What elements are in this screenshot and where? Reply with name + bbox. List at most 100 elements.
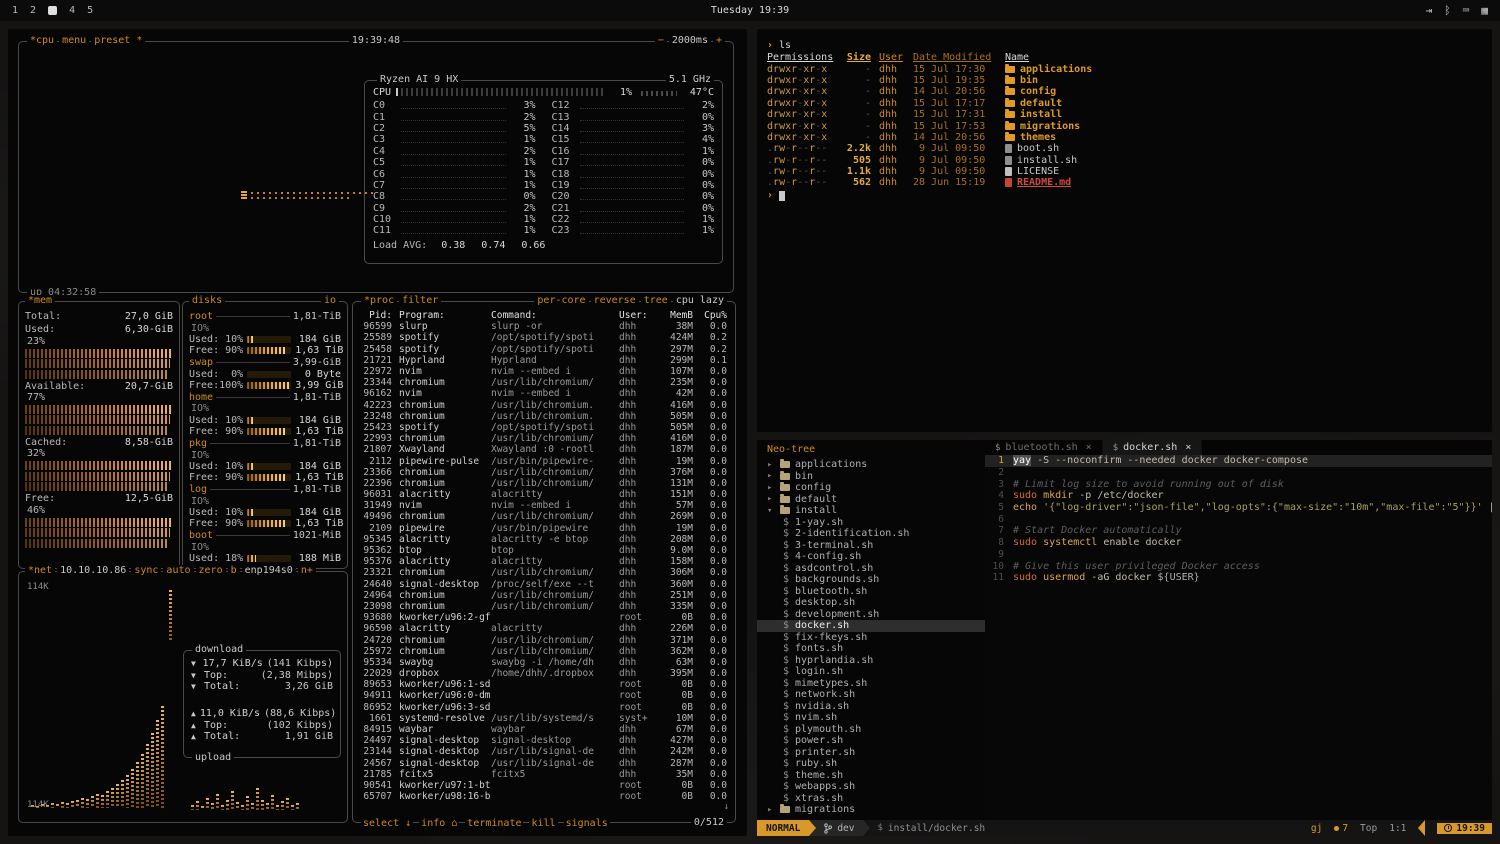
process-row[interactable]: 90541kworker/u97:1-btroot0B0.0 bbox=[355, 780, 733, 791]
process-row[interactable]: 95345alacrittyalacritty -e btopdhh208M0.… bbox=[355, 534, 733, 545]
process-row[interactable]: 96162nvimnvim --embed idhh42M0.0 bbox=[355, 388, 733, 399]
logout-icon[interactable]: ⇥ bbox=[1426, 4, 1433, 17]
filter-button[interactable]: filter bbox=[399, 295, 441, 307]
tree-dir-install[interactable]: ▾install bbox=[757, 505, 985, 517]
interval-decrease-button[interactable]: − bbox=[655, 35, 667, 47]
col-cpu[interactable]: Cpu% bbox=[693, 310, 727, 321]
tab-docker.sh[interactable]: $docker.sh× bbox=[1103, 440, 1203, 455]
scroll-down-icon[interactable]: ↓ bbox=[724, 802, 729, 812]
net-button-sync[interactable]: sync bbox=[131, 565, 161, 577]
net-button-auto[interactable]: auto bbox=[163, 565, 193, 577]
tree-file-4-config.sh[interactable]: $4-config.sh bbox=[757, 551, 985, 563]
col-memb[interactable]: MemB bbox=[657, 310, 693, 321]
bluetooth-icon[interactable]: ᛒ bbox=[1444, 4, 1451, 17]
process-row[interactable]: 23366chromium/usr/lib/chromium/dhh376M0.… bbox=[355, 467, 733, 478]
process-row[interactable]: 24567signal-desktop/usr/lib/signal-dedhh… bbox=[355, 758, 733, 769]
workspace-1[interactable]: 1 bbox=[12, 5, 18, 16]
tree-file-asdcontrol.sh[interactable]: $asdcontrol.sh bbox=[757, 563, 985, 575]
io-mode-button[interactable]: io bbox=[321, 295, 339, 307]
col-user[interactable]: User: bbox=[619, 310, 657, 321]
menu-button[interactable]: menu bbox=[59, 35, 89, 47]
process-row[interactable]: 95376alacrittyalacrittydhh158M0.0 bbox=[355, 556, 733, 567]
sort-mode-button[interactable]: cpu lazy bbox=[673, 295, 727, 307]
tree-file-fix-fkeys.sh[interactable]: $fix-fkeys.sh bbox=[757, 632, 985, 644]
tree-file-desktop.sh[interactable]: $desktop.sh bbox=[757, 597, 985, 609]
col-command[interactable]: Command: bbox=[491, 310, 619, 321]
process-row[interactable]: 21721HyprlandHyprlanddhh299M0.1 bbox=[355, 355, 733, 366]
grid-icon[interactable]: ▦ bbox=[1481, 4, 1488, 17]
process-row[interactable]: 25589spotify/opt/spotify/spotidhh424M0.2 bbox=[355, 332, 733, 343]
tree-dir-config[interactable]: ▸config bbox=[757, 482, 985, 494]
net-button-zero[interactable]: zero bbox=[196, 565, 226, 577]
close-icon[interactable]: × bbox=[1185, 442, 1191, 453]
process-row[interactable]: 22972nvimnvim --embed idhh107M0.0 bbox=[355, 366, 733, 377]
process-row[interactable]: 21785fcitx5fcitx5dhh35M0.0 bbox=[355, 769, 733, 780]
proc-action-select[interactable]: select ↓ bbox=[361, 818, 413, 829]
keyboard-icon[interactable]: ⌨ bbox=[1463, 4, 1470, 17]
process-row[interactable]: 89653kworker/u96:1-sdroot0B0.0 bbox=[355, 679, 733, 690]
tree-button[interactable]: tree bbox=[641, 295, 671, 307]
tree-file-backgrounds.sh[interactable]: $backgrounds.sh bbox=[757, 574, 985, 586]
process-row[interactable]: 24720chromium/usr/lib/chromium/dhh371M0.… bbox=[355, 634, 733, 645]
process-row[interactable]: 95362btopbtopdhh9.0M0.0 bbox=[355, 545, 733, 556]
process-row[interactable]: 23098chromium/usr/lib/chromium/dhh335M0.… bbox=[355, 601, 733, 612]
tree-file-theme.sh[interactable]: $theme.sh bbox=[757, 770, 985, 782]
process-row[interactable]: 96590alacrittyalacrittydhh226M0.0 bbox=[355, 623, 733, 634]
tree-dir-bin[interactable]: ▸bin bbox=[757, 471, 985, 483]
code-editor[interactable]: 1yay -S --noconfirm --needed docker dock… bbox=[985, 455, 1492, 820]
tree-file-3-terminal.sh[interactable]: $3-terminal.sh bbox=[757, 540, 985, 552]
tree-dir-migrations[interactable]: ▸migrations bbox=[757, 804, 985, 816]
process-row[interactable]: 84915waybarwaybardhh67M0.0 bbox=[355, 724, 733, 735]
tree-file-login.sh[interactable]: $login.sh bbox=[757, 666, 985, 678]
process-row[interactable]: 21807XwaylandXwayland :0 -rootldhh187M0.… bbox=[355, 444, 733, 455]
col-pid[interactable]: Pid: bbox=[361, 310, 399, 321]
interval-increase-button[interactable]: + bbox=[713, 35, 725, 47]
proc-action-kill[interactable]: kill bbox=[529, 818, 557, 829]
process-row[interactable]: 24497signal-desktopsignal-desktopdhh427M… bbox=[355, 735, 733, 746]
tree-file-development.sh[interactable]: $development.sh bbox=[757, 609, 985, 621]
net-prev-button[interactable]: b bbox=[228, 565, 240, 577]
tree-file-webapps.sh[interactable]: $webapps.sh bbox=[757, 781, 985, 793]
workspace-5[interactable]: 5 bbox=[87, 5, 93, 16]
tree-dir-default[interactable]: ▸default bbox=[757, 494, 985, 506]
proc-action-signals[interactable]: signals bbox=[564, 818, 610, 829]
tree-file-1-yay.sh[interactable]: $1-yay.sh bbox=[757, 517, 985, 529]
process-row[interactable]: 23144signal-desktop/usr/lib/signal-dedhh… bbox=[355, 746, 733, 757]
process-row[interactable]: 22396chromium/usr/lib/chromium/dhh131M0.… bbox=[355, 478, 733, 489]
per-core-button[interactable]: per-core bbox=[534, 295, 588, 307]
tree-file-printer.sh[interactable]: $printer.sh bbox=[757, 747, 985, 759]
process-row[interactable]: 49496chromium/usr/lib/chromium/dhh269M0.… bbox=[355, 511, 733, 522]
tree-file-xtras.sh[interactable]: $xtras.sh bbox=[757, 793, 985, 805]
tree-file-docker.sh[interactable]: $docker.sh bbox=[757, 620, 985, 632]
tree-file-plymouth.sh[interactable]: $plymouth.sh bbox=[757, 724, 985, 736]
process-row[interactable]: 25458spotify/opt/spotify/spotidhh297M0.2 bbox=[355, 344, 733, 355]
process-row[interactable]: 23321chromium/usr/lib/chromium/dhh306M0.… bbox=[355, 567, 733, 578]
proc-action-terminate[interactable]: terminate bbox=[465, 818, 523, 829]
process-row[interactable]: 96031alacrittyalacrittydhh151M0.0 bbox=[355, 489, 733, 500]
tree-file-2-identification.sh[interactable]: $2-identification.sh bbox=[757, 528, 985, 540]
tree-file-mimetypes.sh[interactable]: $mimetypes.sh bbox=[757, 678, 985, 690]
tree-dir-applications[interactable]: ▸applications bbox=[757, 459, 985, 471]
process-row[interactable]: 24964chromium/usr/lib/chromium/dhh251M0.… bbox=[355, 590, 733, 601]
tree-file-nvim.sh[interactable]: $nvim.sh bbox=[757, 712, 985, 724]
process-row[interactable]: 93680kworker/u96:2-gfroot0B0.0 bbox=[355, 612, 733, 623]
process-row[interactable]: 86952kworker/u96:3-sdroot0B0.0 bbox=[355, 702, 733, 713]
tab-bluetooth.sh[interactable]: $bluetooth.sh× bbox=[985, 440, 1103, 455]
preset-button[interactable]: preset * bbox=[91, 35, 145, 47]
process-row[interactable]: 25423spotify/opt/spotify/spotidhh505M0.0 bbox=[355, 422, 733, 433]
process-row[interactable]: 1661systemd-resolve/usr/lib/systemd/ssys… bbox=[355, 713, 733, 724]
process-row[interactable]: 25972chromium/usr/lib/chromium/dhh362M0.… bbox=[355, 646, 733, 657]
workspace-4[interactable]: 4 bbox=[69, 5, 75, 16]
tree-file-power.sh[interactable]: $power.sh bbox=[757, 735, 985, 747]
process-row[interactable]: 31949nvimnvim --embed idhh57M0.0 bbox=[355, 500, 733, 511]
tree-file-nvidia.sh[interactable]: $nvidia.sh bbox=[757, 701, 985, 713]
col-program[interactable]: Program: bbox=[399, 310, 491, 321]
tree-file-hyprlandia.sh[interactable]: $hyprlandia.sh bbox=[757, 655, 985, 667]
process-row[interactable]: 42223chromium/usr/lib/chromium.dhh416M0.… bbox=[355, 400, 733, 411]
tree-file-bluetooth.sh[interactable]: $bluetooth.sh bbox=[757, 586, 985, 598]
workspace-2[interactable]: 2 bbox=[30, 5, 36, 16]
process-row[interactable]: 22993chromium/usr/lib/chromium/dhh416M0.… bbox=[355, 433, 733, 444]
process-row[interactable]: 96599slurpslurp -ordhh38M0.0 bbox=[355, 321, 733, 332]
process-row[interactable]: 24640signal-desktop/proc/self/exe --tdhh… bbox=[355, 579, 733, 590]
workspace-3[interactable] bbox=[48, 6, 57, 15]
